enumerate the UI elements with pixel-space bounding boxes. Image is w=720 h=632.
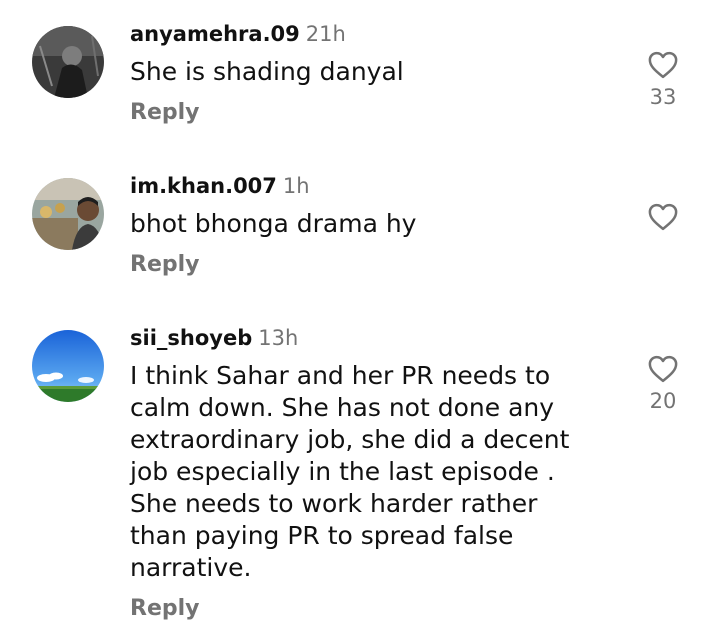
like-control bbox=[640, 203, 686, 235]
timestamp: 1h bbox=[282, 174, 310, 198]
avatar[interactable] bbox=[32, 26, 104, 98]
comment-text: She is shading danyal bbox=[130, 57, 404, 86]
comment-meta: anyamehra.09 21h bbox=[130, 19, 610, 49]
reply-button[interactable]: Reply bbox=[130, 98, 200, 128]
heart-outline-icon[interactable] bbox=[640, 51, 686, 79]
comment-text: bhot bhonga drama hy bbox=[130, 209, 417, 238]
avatar[interactable] bbox=[32, 178, 104, 250]
timestamp: 21h bbox=[305, 22, 346, 46]
reply-button[interactable]: Reply bbox=[130, 250, 200, 280]
like-count: 20 bbox=[649, 389, 677, 413]
comment-body: anyamehra.09 21h She is shading danyal Re… bbox=[130, 19, 610, 128]
comment-body: sii_shoyeb 13h I think Sahar and her PR n… bbox=[130, 323, 610, 624]
username[interactable]: sii_shoyeb bbox=[130, 326, 252, 350]
reply-button[interactable]: Reply bbox=[130, 594, 200, 624]
timestamp: 13h bbox=[258, 326, 299, 350]
comment-text: I think Sahar and her PR needs to calm d… bbox=[130, 361, 570, 582]
comment-meta: sii_shoyeb 13h bbox=[130, 323, 610, 353]
username[interactable]: anyamehra.09 bbox=[130, 22, 300, 46]
like-control: 20 bbox=[640, 355, 686, 415]
like-control: 33 bbox=[640, 51, 686, 111]
heart-outline-icon[interactable] bbox=[640, 203, 686, 231]
heart-outline-icon[interactable] bbox=[640, 355, 686, 383]
comment-body: im.khan.007 1h bhot bhonga drama hy Reply bbox=[130, 171, 610, 280]
username[interactable]: im.khan.007 bbox=[130, 174, 277, 198]
comment-meta: im.khan.007 1h bbox=[130, 171, 610, 201]
like-count: 33 bbox=[649, 85, 677, 109]
avatar[interactable] bbox=[32, 330, 104, 402]
